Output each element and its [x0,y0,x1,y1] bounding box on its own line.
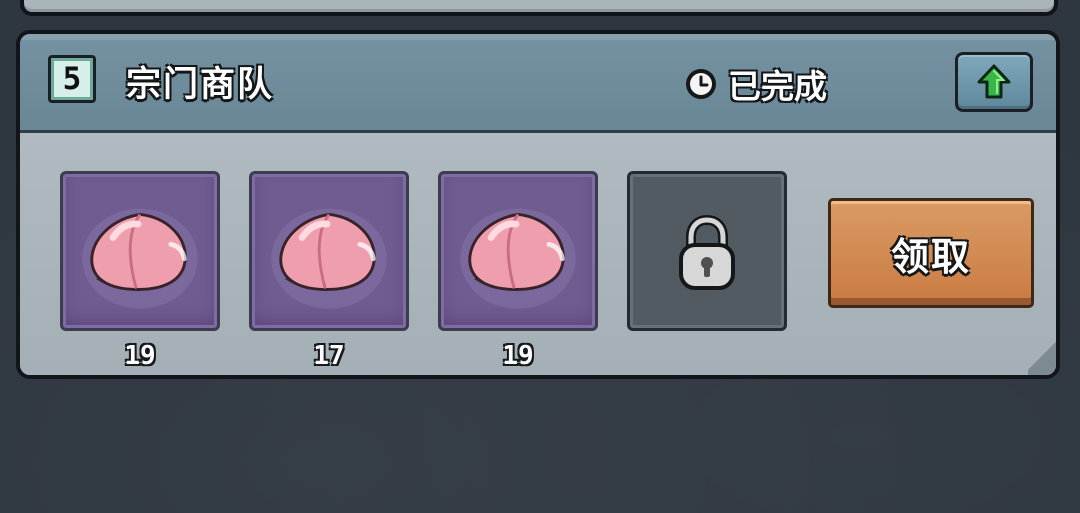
clock-icon [686,69,716,99]
reward-count: 17 [313,341,345,371]
task-title: 宗门商队 [126,65,275,105]
claim-button[interactable]: 领取 [828,198,1034,308]
arrow-up-icon [977,64,1011,99]
task-card: 5 宗门商队 已完成 19 17 19 领取 [16,30,1060,379]
previous-task-card-edge [20,0,1058,16]
task-status: 已完成 [684,60,827,108]
level-number: 5 [62,60,82,97]
peach-icon [460,208,576,309]
claim-button-label: 领取 [890,234,971,279]
paper-curl [1028,337,1056,375]
rewards-section: 19 17 19 领取 [20,133,1056,375]
locked-reward-slot [627,171,787,331]
upgrade-button[interactable] [955,52,1033,112]
task-header: 5 宗门商队 已完成 [20,34,1056,133]
reward-slot-peach[interactable] [60,171,220,331]
reward-count: 19 [502,341,534,371]
lock-icon [679,215,735,290]
peach-icon [271,208,387,309]
peach-icon [82,208,198,309]
reward-slot-peach[interactable] [438,171,598,331]
status-label: 已完成 [728,67,827,106]
reward-count: 19 [124,341,156,371]
reward-slot-peach[interactable] [249,171,409,331]
level-badge: 5 [48,55,96,103]
